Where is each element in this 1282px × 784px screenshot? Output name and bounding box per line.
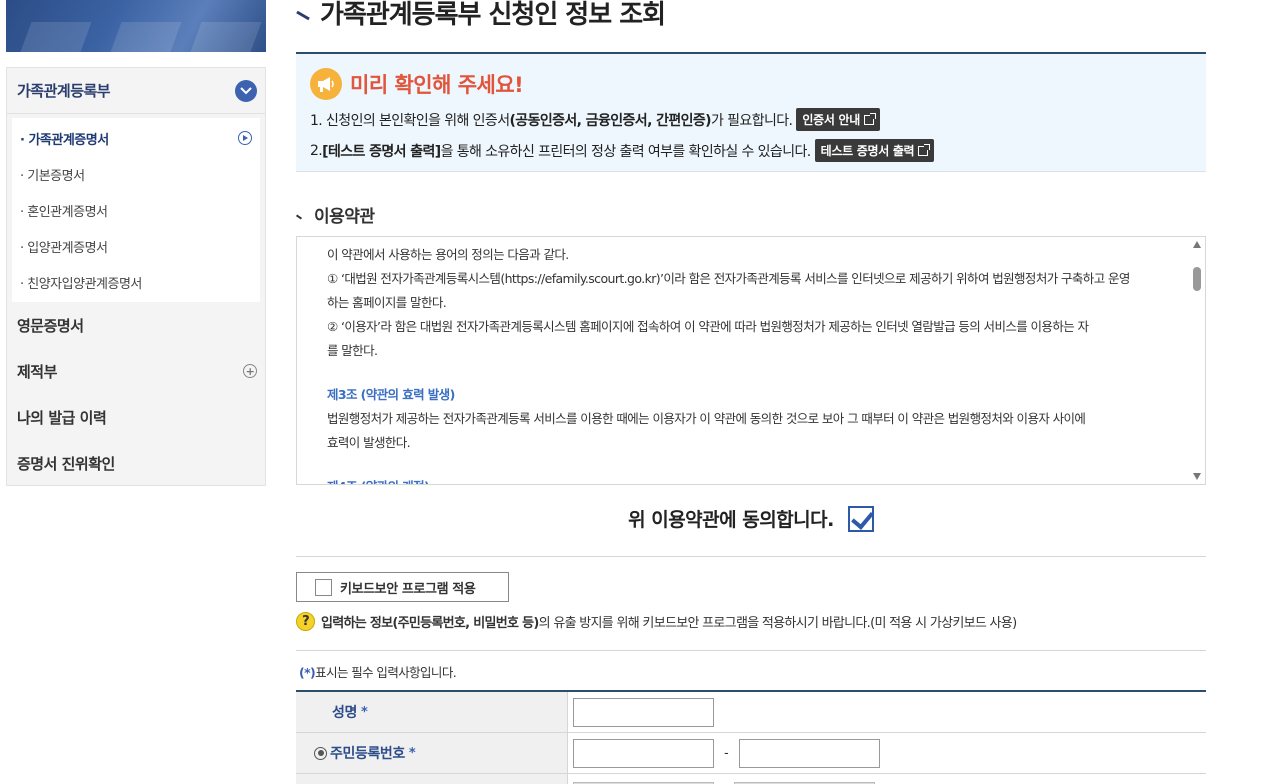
rrn-label: 주민등록번호 * [296, 733, 568, 773]
keyboard-note-text: 의 유출 방지를 위해 키보드보안 프로그램을 적용하시기 바랍니다.(미 적용… [538, 616, 1018, 631]
rrn-field-cell: - [568, 733, 1206, 773]
applicant-form: 성명 * 주민등록번호 * - [296, 690, 1206, 784]
terms-line: 를 말한다. [327, 343, 378, 358]
sidebar: 가족관계등록부 · 가족관계증명서 · 기본증명서 · 혼인관계증명서 · 입양… [6, 67, 266, 486]
terms-article-title: 제3조 (약관의 효력 발생) [327, 387, 455, 402]
terms-line: 하는 홈페이지를 말한다. [327, 295, 447, 310]
terms-line: ② ‘이용자’라 함은 대법원 전자가족관계등록시스템 홈페이지에 접속하여 이… [327, 319, 1089, 334]
terms-agree-checkbox[interactable] [847, 505, 874, 532]
submenu-item-label: · 가족관계증명서 [20, 132, 109, 148]
submenu-item-label: · 기본증명서 [20, 168, 85, 184]
question-icon: ? [296, 612, 315, 631]
submenu-item-label: · 혼인관계증명서 [20, 204, 108, 220]
sidebar-item-label: 영문증명서 [17, 316, 84, 335]
required-star: * [408, 745, 416, 761]
submenu-item-label: · 친양자입양관계증명서 [20, 276, 142, 292]
name-label: 성명 * [296, 692, 568, 732]
notice-text-bold: (공동인증서, 금융인증서, 간편인증) [509, 112, 711, 129]
submenu: · 가족관계증명서 · 기본증명서 · 혼인관계증명서 · 입양관계증명서 · … [12, 118, 260, 302]
sidebar-item-issue-history[interactable]: 나의 발급 이력 [7, 394, 265, 440]
required-note: (*)표시는 필수 입력사항입니다. [299, 662, 457, 681]
divider [296, 556, 1206, 557]
submenu-item-family-relation-cert[interactable]: · 가족관계증명서 [12, 120, 260, 156]
name-input[interactable] [573, 697, 714, 727]
notice-text: 2. [310, 142, 323, 159]
section-tick-icon [295, 214, 303, 220]
megaphone-icon [310, 68, 342, 100]
page-title: 가족관계등록부 신청인 정보 조회 [296, 0, 666, 31]
notice-text: 가 필요합니다. [711, 112, 793, 129]
sidebar-item-family-register[interactable]: 가족관계등록부 [7, 68, 265, 114]
submenu-item-basic-cert[interactable]: · 기본증명서 [12, 156, 260, 192]
notice-header: 미리 확인해 주세요! [310, 68, 1192, 100]
arrow-right-circle-icon [238, 131, 252, 145]
notice-text-bold: [테스트 증명서 출력] [322, 143, 441, 160]
terms-agree-label[interactable]: 위 이용약관에 동의합니다. [628, 505, 834, 532]
rrn-back-input[interactable] [738, 738, 880, 768]
terms-scrollbar[interactable] [1189, 237, 1205, 484]
terms-section-title-text: 이용약관 [314, 207, 375, 227]
form-row-rrn: 주민등록번호 * - [296, 733, 1206, 774]
terms-article-title: 제4조 (약관의 개정) [327, 475, 1171, 484]
terms-line: 이 약관에서 사용하는 용어의 정의는 다음과 같다. [327, 247, 569, 262]
terms-content: 이 약관에서 사용하는 용어의 정의는 다음과 같다. ① ‘대법원 전자가족관… [297, 237, 1205, 484]
keyboard-security-note: ? 입력하는 정보(주민등록번호, 비밀번호 등)의 유출 방지를 위해 키보드… [296, 612, 1018, 631]
terms-scroll-box[interactable]: 이 약관에서 사용하는 용어의 정의는 다음과 같다. ① ‘대법원 전자가족관… [296, 236, 1206, 485]
cert-guide-button-label: 인증서 안내 [802, 113, 860, 127]
divider [296, 650, 1206, 651]
sidebar-item-label: 제적부 [17, 362, 57, 381]
form-row-partial [296, 774, 1206, 784]
external-link-icon [918, 143, 931, 156]
required-star: * [360, 704, 368, 720]
terms-agree-row: 위 이용약관에 동의합니다. [296, 505, 1206, 532]
title-tick-icon [296, 10, 310, 21]
notice-box: 미리 확인해 주세요! 1. 신청인의 본인확인을 위해 인증서 (공동인증서,… [296, 54, 1206, 172]
external-link-icon [863, 112, 876, 125]
terms-line: 효력이 발생한다. [327, 435, 411, 450]
required-star: (*) [299, 665, 316, 680]
partial-field-cell [568, 774, 1206, 784]
submenu-item-adoption-cert[interactable]: · 입양관계증명서 [12, 228, 260, 264]
sidebar-item-label: 가족관계등록부 [17, 82, 111, 100]
sidebar-item-cert-verification[interactable]: 증명서 진위확인 [7, 440, 265, 486]
rrn-separator: - [724, 745, 729, 761]
rrn-label-text: 주민등록번호 [330, 746, 405, 762]
name-label-text: 성명 [332, 705, 357, 721]
chevron-down-icon[interactable] [235, 79, 257, 102]
sidebar-item-english-cert[interactable]: 영문증명서 [7, 302, 265, 348]
notice-line-1: 1. 신청인의 본인확인을 위해 인증서 (공동인증서, 금융인증서, 간편인증… [310, 108, 1192, 131]
sidebar-banner-image [6, 0, 266, 52]
terms-line: 법원행정처가 제공하는 전자가족관계등록 서비스를 이용한 때에는 이용자가 이… [327, 411, 1086, 426]
rrn-front-input[interactable] [573, 738, 714, 768]
keyboard-security-checkbox[interactable] [315, 578, 332, 596]
submenu-item-marriage-cert[interactable]: · 혼인관계증명서 [12, 192, 260, 228]
sidebar-item-label: 증명서 진위확인 [17, 454, 115, 473]
notice-text: 1. 신청인의 본인확인을 위해 인증서 [310, 112, 510, 129]
submenu-item-label: · 입양관계증명서 [20, 240, 108, 256]
name-field-cell [568, 692, 1206, 732]
test-print-button[interactable]: 테스트 증명서 출력 [814, 139, 935, 162]
keyboard-security-label: 키보드보안 프로그램 적용 [340, 581, 476, 597]
terms-section-title: 이용약관 [295, 202, 375, 227]
page-title-text: 가족관계등록부 신청인 정보 조회 [320, 0, 666, 30]
keyboard-note-bold: 입력하는 정보(주민등록번호, 비밀번호 등) [321, 616, 539, 631]
terms-line: ① ‘대법원 전자가족관계등록시스템(https://efamily.scour… [327, 271, 1130, 286]
notice-text: 을 통해 소유하신 프린터의 정상 출력 여부를 확인하실 수 있습니다. [440, 143, 812, 160]
sidebar-item-label: 나의 발급 이력 [17, 408, 107, 427]
cert-guide-button[interactable]: 인증서 안내 [796, 108, 880, 131]
scroll-thumb[interactable] [1193, 267, 1201, 291]
keyboard-security-button[interactable]: 키보드보안 프로그램 적용 [296, 572, 509, 602]
partial-label [296, 774, 568, 784]
test-print-button-label: 테스트 증명서 출력 [820, 144, 915, 158]
submenu-item-full-adoption-cert[interactable]: · 친양자입양관계증명서 [12, 264, 260, 300]
radio-selected-icon[interactable] [314, 746, 327, 760]
sidebar-item-removed-register[interactable]: 제적부 + [7, 348, 265, 394]
plus-circle-icon[interactable]: + [243, 364, 257, 378]
scroll-up-arrow-icon[interactable] [1193, 241, 1201, 248]
required-note-text: 표시는 필수 입력사항입니다. [315, 665, 457, 680]
notice-line-2: 2. [테스트 증명서 출력] 을 통해 소유하신 프린터의 정상 출력 여부를… [310, 139, 1192, 162]
notice-title: 미리 확인해 주세요! [350, 73, 524, 97]
scroll-down-arrow-icon[interactable] [1193, 473, 1201, 480]
form-row-name: 성명 * [296, 692, 1206, 733]
